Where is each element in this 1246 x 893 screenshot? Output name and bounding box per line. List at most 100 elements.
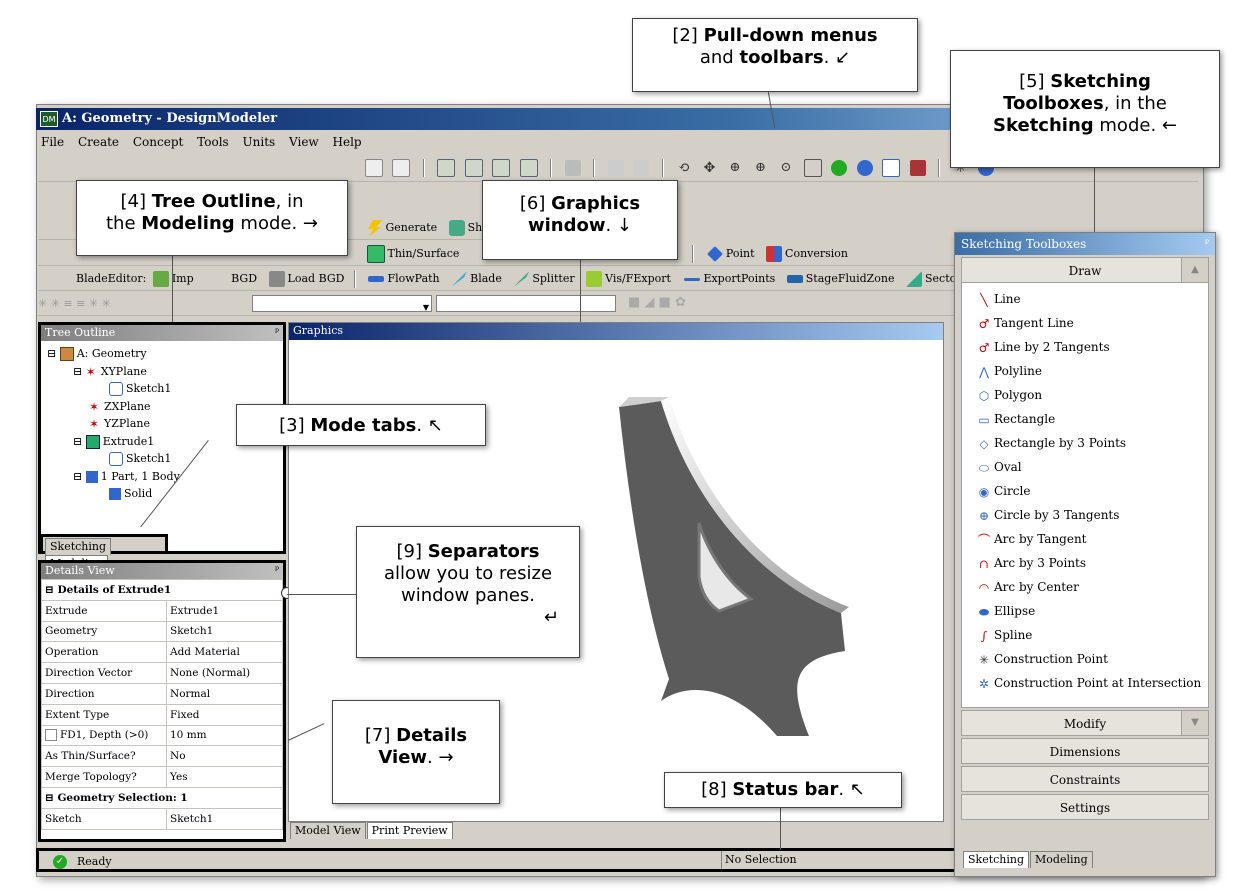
tree-item-xyplane[interactable]: ⊟ ✶ XYPlane [47, 363, 283, 381]
tool-construction-point-intersection[interactable]: ✲ Construction Point at Intersection [962, 671, 1208, 695]
arc-center-icon: ◠ [978, 580, 990, 595]
tab-sketching[interactable]: Sketching [963, 851, 1030, 868]
tab-print-preview[interactable]: Print Preview [366, 822, 453, 839]
stage-fluid-zone-button[interactable]: StageFluidZone [806, 272, 895, 285]
export-button[interactable]: /FExport [622, 272, 671, 285]
pin-icon[interactable]: ᵖ [275, 325, 279, 341]
menu-help[interactable]: Help [333, 135, 362, 149]
menu-tools[interactable]: Tools [197, 135, 229, 149]
tree-item-extrude-sketch1[interactable]: Sketch1 [47, 450, 283, 468]
window-title: A: Geometry - DesignModeler [62, 111, 278, 126]
details-header-row[interactable]: ⊟ Details of Extrude1 [41, 579, 283, 601]
conversion-button[interactable]: Conversion [785, 247, 848, 260]
flowpath-button[interactable]: FlowPath [387, 272, 439, 285]
parameter-checkbox[interactable] [45, 729, 57, 742]
import-bgd-button[interactable]: Imp [172, 272, 194, 285]
pan-icon[interactable]: ✥ [702, 160, 718, 176]
zoom-green-icon[interactable] [831, 160, 847, 176]
details-row[interactable]: As Thin/Surface? No [41, 745, 283, 768]
details-row[interactable]: Direction Normal [41, 682, 283, 705]
menu-units[interactable]: Units [243, 135, 276, 149]
tool-tangent-line[interactable]: ♂ Tangent Line [962, 311, 1208, 335]
extend-selection-icon[interactable] [564, 160, 581, 176]
details-row[interactable]: Direction Vector None (Normal) [41, 662, 283, 684]
tab-model-view[interactable]: Model View [290, 822, 366, 839]
callout-details-view: [7] Details View. → [332, 700, 500, 804]
collapse-icon[interactable] [633, 160, 649, 176]
menu-file[interactable]: File [41, 135, 64, 149]
dimensions-section-header[interactable]: Dimensions [961, 738, 1209, 764]
select-mode-icon[interactable] [364, 159, 383, 177]
tool-spline[interactable]: ∫ Spline [962, 623, 1208, 647]
bgd-label[interactable]: BGD [231, 272, 257, 285]
zoom-in-icon[interactable]: ⊕ [753, 160, 769, 176]
details-row[interactable]: Extent Type Fixed [41, 703, 283, 726]
tool-ellipse[interactable]: ⬬ Ellipse [962, 599, 1208, 623]
select-faces-icon[interactable] [492, 159, 510, 177]
splitter-icon [513, 271, 530, 287]
select-points-icon[interactable] [437, 159, 455, 177]
blade-button[interactable]: Blade [470, 272, 502, 285]
tool-circle-3-tangents[interactable]: ⊕ Circle by 3 Tangents [962, 503, 1208, 527]
tool-rectangle-3-points[interactable]: ◇ Rectangle by 3 Points [962, 431, 1208, 455]
tool-arc-3-points[interactable]: ∩ Arc by 3 Points [962, 551, 1208, 575]
tool-construction-point[interactable]: ✳ Construction Point [962, 647, 1208, 671]
menu-concept[interactable]: Concept [133, 135, 183, 149]
load-bgd-button[interactable]: Load BGD [288, 272, 345, 285]
export-points-button[interactable]: ExportPoints [703, 272, 775, 285]
select-bodies-icon[interactable] [519, 159, 538, 177]
generate-button[interactable]: Generate [386, 221, 438, 234]
callout-pulldown-menus: [2] Pull-down menus and toolbars. ↙ [632, 18, 918, 92]
details-row[interactable]: Extrude Extrude1 [41, 599, 283, 622]
select-filter-icon[interactable] [392, 159, 410, 177]
zoom-icon[interactable]: ⊕ [727, 160, 743, 176]
tool-line[interactable]: ╲ Line [962, 287, 1208, 311]
tab-sketching[interactable]: Sketching [45, 538, 112, 555]
tool-polyline[interactable]: ⋀ Polyline [962, 359, 1208, 383]
tool-arc-by-center[interactable]: ◠ Arc by Center [962, 575, 1208, 599]
scroll-up-icon[interactable]: ▲ [1181, 258, 1208, 282]
select-edges-icon[interactable] [464, 159, 483, 177]
details-row[interactable]: Merge Topology? Yes [41, 766, 283, 788]
tool-line-by-2-tangents[interactable]: ♂ Line by 2 Tangents [962, 335, 1208, 359]
details-row[interactable]: Sketch Sketch1 [41, 807, 283, 830]
tab-modeling[interactable]: Modeling [1030, 851, 1093, 868]
vis-button[interactable]: Vis [605, 272, 622, 285]
point-button[interactable]: Point [726, 247, 755, 260]
splitter-button[interactable]: Splitter [532, 272, 574, 285]
plane-dropdown[interactable]: ▼ [252, 295, 432, 312]
pin-icon[interactable]: ᵖ [1205, 233, 1209, 255]
thin-surface-button[interactable]: Thin/Surface [388, 247, 460, 260]
settings-section-header[interactable]: Settings [961, 794, 1209, 820]
scroll-down-icon[interactable]: ▼ [1181, 711, 1208, 735]
expand-icon[interactable] [607, 160, 624, 176]
tree-item-parts[interactable]: ⊟ 1 Part, 1 Body [47, 468, 283, 486]
draw-section-header[interactable]: Draw ▲ [961, 257, 1209, 283]
menu-view[interactable]: View [289, 135, 319, 149]
details-row[interactable]: Geometry Sketch1 [41, 620, 283, 643]
tool-oval[interactable]: ⬭ Oval [962, 455, 1208, 479]
tool-polygon[interactable]: ⬡ Polygon [962, 383, 1208, 407]
sketch-dropdown[interactable] [436, 295, 616, 312]
details-section-row[interactable]: ⊟ Geometry Selection: 1 [41, 786, 283, 809]
tree-item-geometry[interactable]: ⊟ A: Geometry [47, 345, 283, 363]
tool-circle[interactable]: ◉ Circle [962, 479, 1208, 503]
pin-icon[interactable]: ᵖ [275, 563, 279, 579]
zoom-fit-icon[interactable] [803, 159, 822, 177]
tree-item-sketch1[interactable]: Sketch1 [47, 380, 283, 398]
plane-icon: ✶ [89, 417, 100, 431]
tool-rectangle[interactable]: ▭ Rectangle [962, 407, 1208, 431]
details-row[interactable]: FD1, Depth (>0) 10 mm [41, 724, 283, 747]
details-row[interactable]: Operation Add Material [41, 641, 283, 664]
iso-view-icon[interactable] [882, 159, 900, 177]
constraints-section-header[interactable]: Constraints [961, 766, 1209, 792]
magnifier-icon[interactable] [856, 160, 873, 176]
toolbar-row-6: ✳ ✳ ≡ ≡ ✳ ✳ ▼ ■ ◢ ■ ✿ [38, 292, 958, 316]
rotate-icon[interactable]: ⟲ [676, 160, 692, 176]
box-zoom-icon[interactable]: ⊙ [778, 160, 794, 176]
app-icon: DM [40, 111, 58, 127]
menu-create[interactable]: Create [78, 135, 119, 149]
modify-section-header[interactable]: Modify ▼ [961, 710, 1209, 736]
display-icon[interactable] [909, 160, 926, 176]
tool-arc-by-tangent[interactable]: ⌒ Arc by Tangent [962, 527, 1208, 551]
